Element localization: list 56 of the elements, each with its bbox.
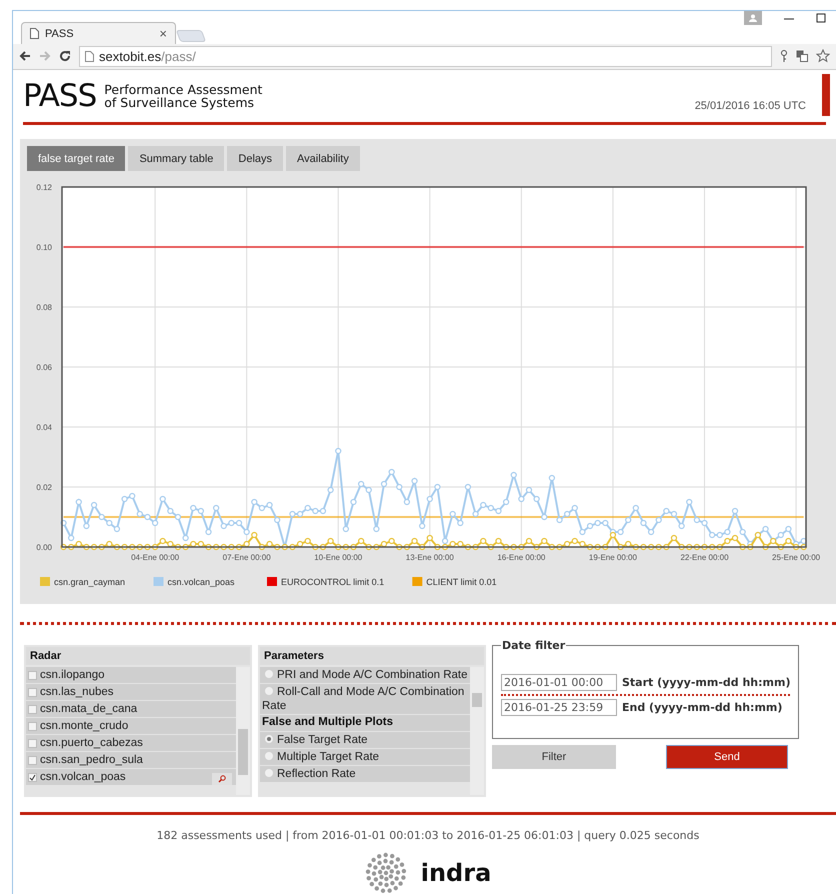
close-tab-button[interactable]: ×: [159, 26, 167, 42]
brand-logo-text: indra: [420, 859, 492, 887]
y-tick-label: 0.00: [36, 543, 52, 552]
legend-label: csn.gran_cayman: [54, 577, 126, 588]
radar-item[interactable]: csn.volcan_poas: [26, 769, 236, 785]
date-filter-title: Date filter: [501, 639, 566, 652]
group-heading: False and Multiple Plots: [260, 715, 470, 731]
legend-label: CLIENT limit 0.01: [426, 577, 497, 588]
y-tick-label: 0.04: [36, 423, 52, 432]
y-tick-label: 0.10: [36, 243, 52, 252]
radar-item[interactable]: csn.ilopango: [26, 667, 236, 683]
radar-item[interactable]: csn.las_nubes: [26, 684, 236, 700]
y-tick-label: 0.12: [36, 183, 52, 192]
datetime-text: 25/01/2016 16:05 UTC: [694, 100, 806, 112]
x-tick-label: 04-Ene 00:00: [131, 553, 180, 562]
field-label: End (yyyy-mm-dd hh:mm): [622, 701, 782, 714]
legend-label: csn.volcan_poas: [168, 577, 235, 588]
parameter-option[interactable]: Roll-Call and Mode A/C Combination Rate: [260, 684, 470, 714]
subtitle: of Surveillance Systems: [104, 96, 256, 109]
x-tick-label: 19-Ene 00:00: [588, 553, 637, 562]
parameter-option[interactable]: PRI and Mode A/C Combination Rate: [260, 667, 470, 683]
panel-heading: Radar: [26, 647, 250, 665]
parameter-option[interactable]: Multiple Target Rate: [260, 749, 470, 765]
x-tick-label: 22-Ene 00:00: [680, 553, 729, 562]
send-button[interactable]: Send: [666, 745, 788, 769]
filter-button[interactable]: Filter: [492, 745, 616, 769]
x-tick-label: 13-Ene 00:00: [406, 553, 454, 562]
tab[interactable]: Delays: [227, 146, 284, 172]
parameter-option[interactable]: False Target Rate: [260, 732, 470, 748]
y-tick-label: 0.08: [36, 303, 52, 312]
parameter-option[interactable]: Reflection Rate: [260, 766, 470, 782]
tab-title: PASS: [45, 28, 75, 40]
y-tick-label: 0.06: [36, 363, 52, 372]
x-tick-label: 07-Ene 00:00: [222, 553, 271, 562]
radar-item[interactable]: csn.san_pedro_sula: [26, 752, 236, 768]
tab[interactable]: Summary table: [128, 146, 224, 172]
radar-item[interactable]: csn.puerto_cabezas: [26, 735, 236, 751]
tab[interactable]: Availability: [286, 146, 360, 172]
status-text: 182 assessments used | from 2016-01-01 00:01:03 to 2016-01-25 06:01:03 | query 0.025 seconds: [156, 829, 700, 842]
x-tick-label: 10-Ene 00:00: [314, 553, 362, 562]
radar-item[interactable]: csn.mata_de_cana: [26, 701, 236, 717]
x-tick-label: 16-Ene 00:00: [497, 553, 546, 562]
browser-tab[interactable]: PASS ×: [21, 22, 176, 44]
x-tick-label: 25-Ene 00:00: [772, 553, 820, 562]
panel-heading: Parameters: [260, 647, 484, 665]
legend-label: EUROCONTROL limit 0.1: [281, 577, 384, 588]
end-date-field[interactable]: 2016-01-25 23:59: [501, 699, 617, 716]
radar-item[interactable]: csn.monte_crudo: [26, 718, 236, 734]
logo-text: PASS: [23, 78, 96, 114]
url-text: sextobit.es/pass/: [99, 48, 196, 64]
subtitle: Performance Assessment: [104, 82, 262, 96]
address-field[interactable]: sextobit.es/pass/: [79, 46, 772, 67]
tab[interactable]: false target rate: [27, 146, 126, 172]
y-tick-label: 0.02: [36, 483, 52, 492]
field-label: Start (yyyy-mm-dd hh:mm): [622, 676, 790, 689]
start-date-field[interactable]: 2016-01-01 00:00: [501, 674, 617, 691]
